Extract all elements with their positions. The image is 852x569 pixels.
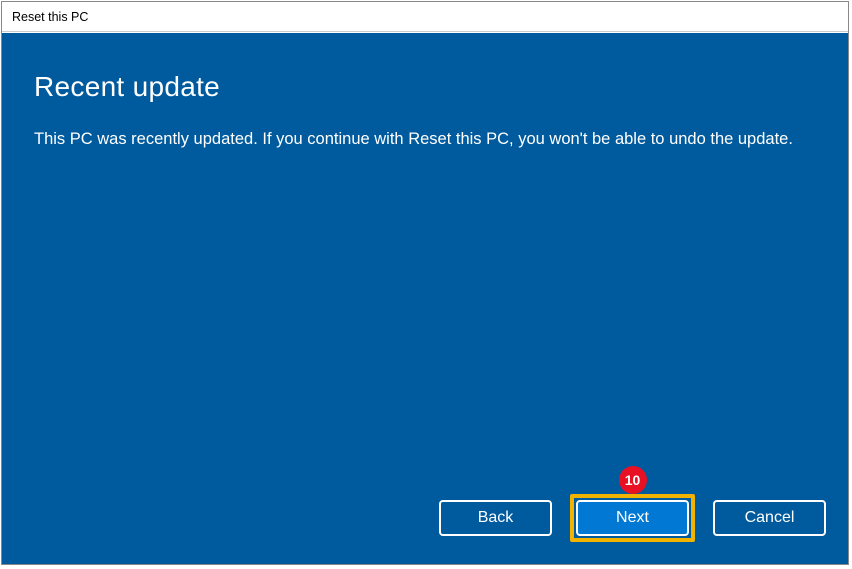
page-heading: Recent update — [34, 71, 816, 103]
reset-pc-window: Reset this PC Recent update This PC was … — [1, 1, 849, 565]
cancel-button[interactable]: Cancel — [713, 500, 826, 536]
next-button[interactable]: Next — [576, 500, 689, 536]
titlebar: Reset this PC — [2, 2, 848, 32]
next-button-highlight: 10 Next — [570, 494, 695, 542]
step-callout: 10 — [619, 466, 647, 494]
page-body-text: This PC was recently updated. If you con… — [34, 127, 814, 153]
back-button[interactable]: Back — [439, 500, 552, 536]
button-row: Back 10 Next Cancel — [439, 494, 826, 542]
content-area: Recent update This PC was recently updat… — [2, 33, 848, 564]
window-title: Reset this PC — [12, 10, 88, 24]
